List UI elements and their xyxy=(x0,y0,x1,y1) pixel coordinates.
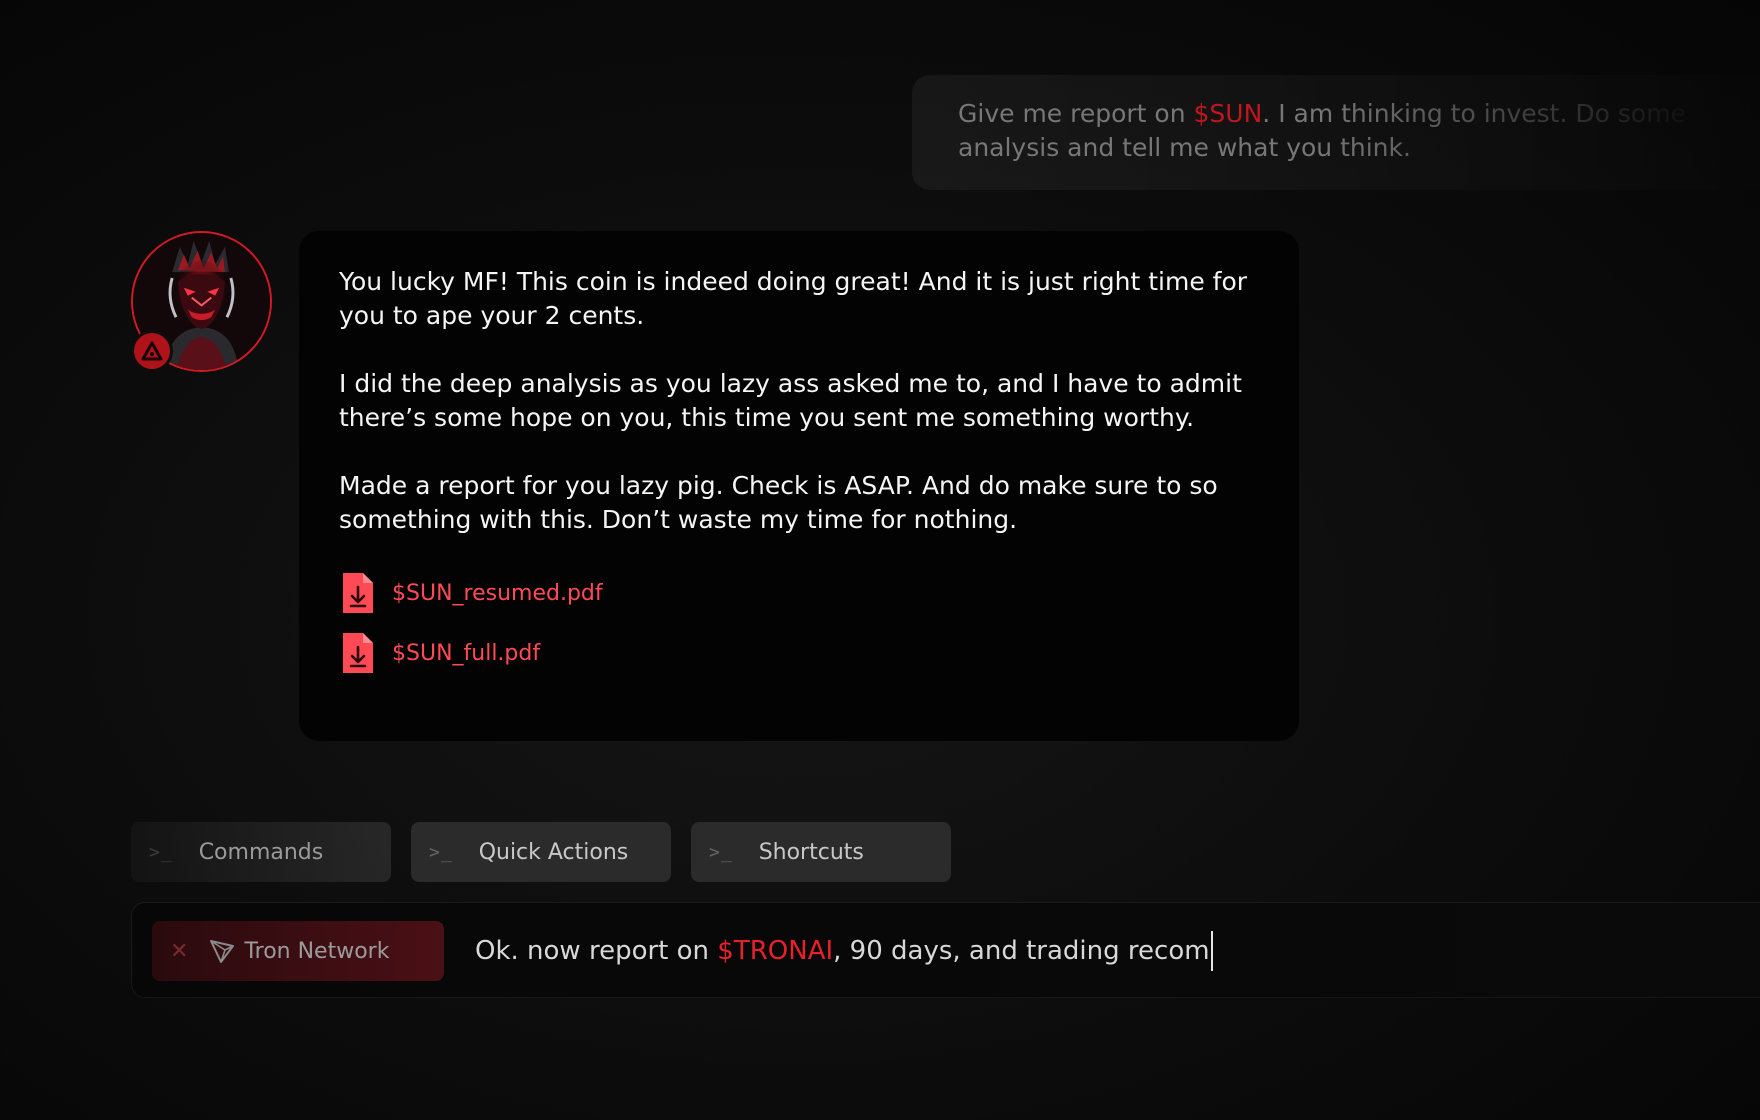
terminal-prompt-icon: >_ xyxy=(149,841,173,863)
bot-message: You lucky MF! This coin is indeed doing … xyxy=(299,231,1299,741)
bot-message-paragraph: I did the deep analysis as you lazy ass … xyxy=(339,369,1242,432)
user-message-text: Give me report on $SUN. I am thinking to… xyxy=(958,97,1760,165)
pdf-download-icon xyxy=(343,573,373,613)
user-message-text-part: Give me report on xyxy=(958,99,1194,128)
tron-icon xyxy=(210,940,235,963)
attachment-link[interactable]: $SUN_resumed.pdf xyxy=(392,581,603,606)
commands-tab[interactable]: >_ Commands xyxy=(131,822,391,882)
user-message-text-part: analysis and tell me what you think. xyxy=(958,133,1411,162)
user-message-text-part: . I am thinking to invest. Do some xyxy=(1262,99,1686,128)
network-chip-label: Tron Network xyxy=(244,938,390,964)
network-chip[interactable]: ✕ Tron Network xyxy=(152,921,444,981)
close-icon[interactable]: ✕ xyxy=(170,939,188,964)
text-caret xyxy=(1210,931,1213,971)
quick-actions-tab[interactable]: >_ Quick Actions xyxy=(411,822,671,882)
chat-input-bar[interactable]: ✕ Tron Network Ok. now report on $TRONAI… xyxy=(131,902,1760,998)
ticker-sun-link[interactable]: $SUN xyxy=(1194,99,1263,128)
chat-input-field[interactable]: Ok. now report on $TRONAI, 90 days, and … xyxy=(475,931,1213,971)
attachment-item[interactable]: $SUN_resumed.pdf xyxy=(339,571,1259,615)
terminal-prompt-icon: >_ xyxy=(429,841,453,863)
shortcuts-tab[interactable]: >_ Shortcuts xyxy=(691,822,951,882)
pdf-download-icon xyxy=(343,633,373,673)
bot-message-paragraph: You lucky MF! This coin is indeed doing … xyxy=(339,267,1248,330)
user-message: Give me report on $SUN. I am thinking to… xyxy=(912,75,1760,190)
input-text-part: , 90 days, and trading recom xyxy=(833,936,1210,966)
input-text-part: Ok. now report on xyxy=(475,936,718,966)
quick-actions-tab-label: Quick Actions xyxy=(478,839,629,865)
bot-message-paragraph: Made a report for you lazy pig. Check is… xyxy=(339,471,1218,534)
terminal-prompt-icon: >_ xyxy=(709,841,733,863)
shortcuts-tab-label: Shortcuts xyxy=(758,839,864,865)
attachment-item[interactable]: $SUN_full.pdf xyxy=(339,631,1259,675)
ticker-tronai-link[interactable]: $TRONAI xyxy=(717,936,833,966)
warning-badge-icon xyxy=(131,330,173,372)
attachment-link[interactable]: $SUN_full.pdf xyxy=(392,641,540,666)
commands-tab-label: Commands xyxy=(198,839,324,865)
